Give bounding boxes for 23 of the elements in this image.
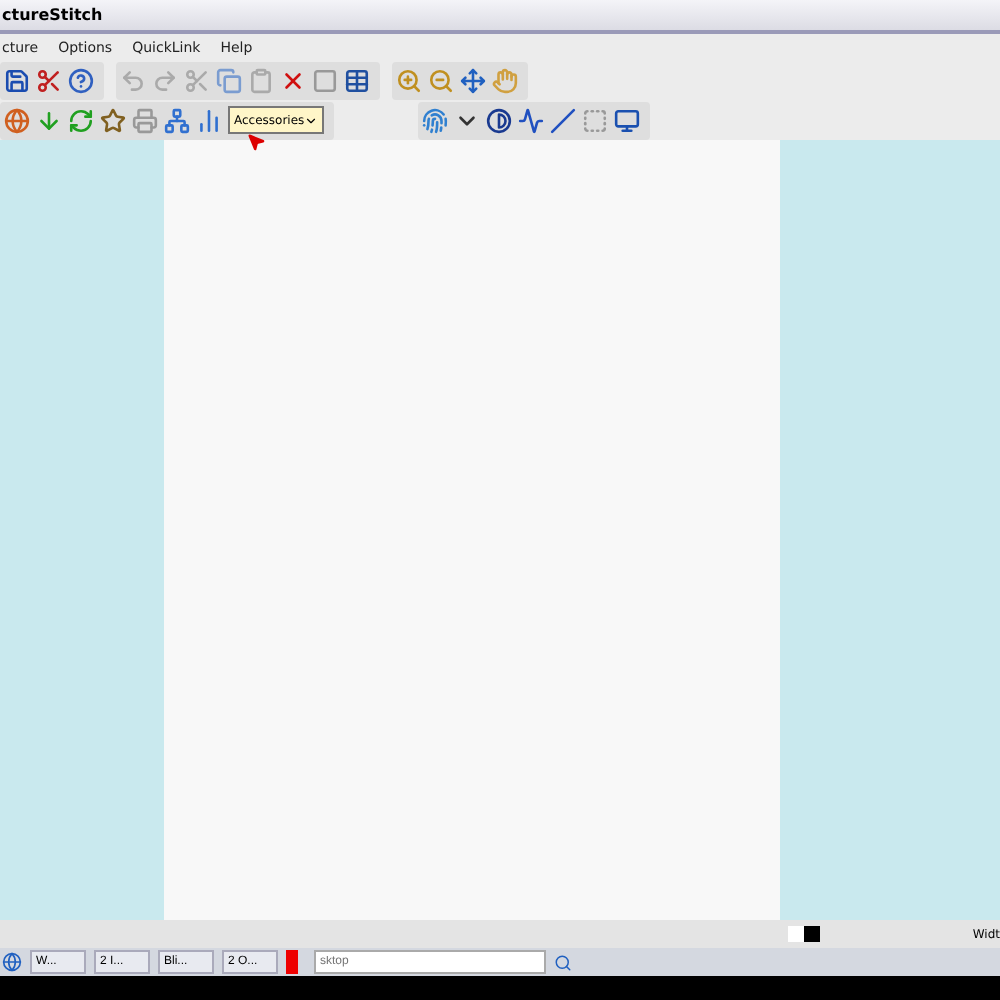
grid-network-icon[interactable]	[164, 107, 190, 133]
table-icon[interactable]	[344, 67, 370, 93]
copy-icon[interactable]	[216, 67, 242, 93]
star-icon[interactable]	[100, 107, 126, 133]
waveform-icon[interactable]	[518, 107, 545, 133]
down-arrow-icon[interactable]	[36, 107, 62, 133]
move-arrows-icon[interactable]	[460, 67, 486, 93]
zoom-in-icon[interactable]	[396, 67, 422, 93]
taskbar-marker	[286, 950, 298, 974]
cursor-icon	[246, 132, 266, 152]
globe-icon[interactable]	[4, 107, 30, 133]
printer-icon[interactable]	[132, 107, 158, 133]
half-circle-icon[interactable]	[486, 107, 513, 133]
scissors-icon[interactable]	[36, 67, 62, 93]
browser-icon[interactable]	[2, 952, 22, 972]
rotate-arrows-icon[interactable]	[68, 107, 94, 133]
bar-chart-icon[interactable]	[196, 107, 222, 133]
search-icon[interactable]	[554, 953, 572, 971]
help-icon[interactable]	[68, 67, 94, 93]
caret-icon[interactable]	[304, 113, 319, 127]
window-title: ctureStitch	[0, 0, 1000, 34]
delete-icon[interactable]	[280, 67, 306, 93]
zoom-out-icon[interactable]	[428, 67, 454, 93]
